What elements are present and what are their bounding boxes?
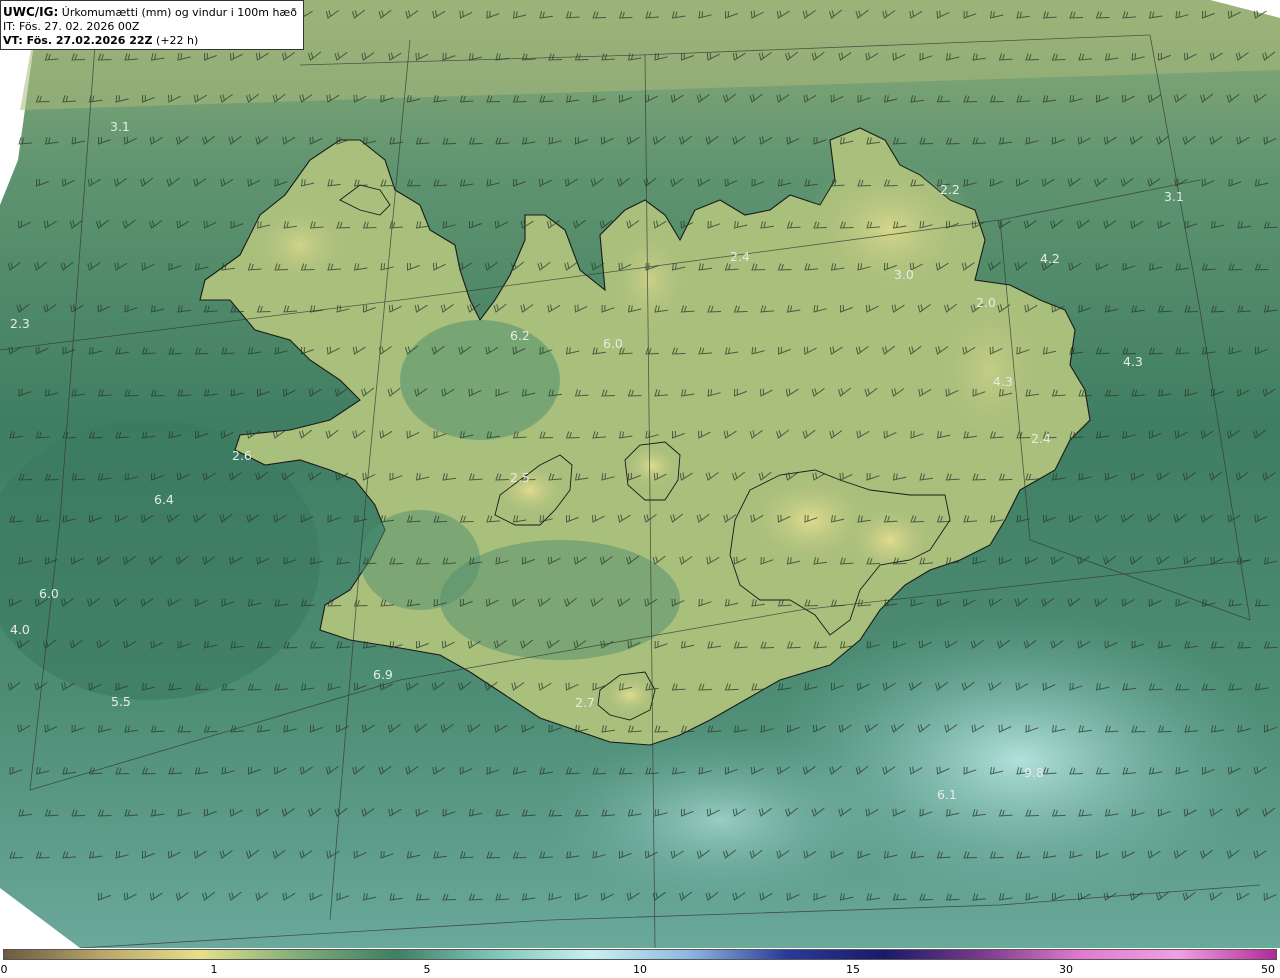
map-label: 2.4 bbox=[1031, 431, 1051, 446]
map-label: 6.4 bbox=[154, 492, 174, 507]
product-code: UWC/IG: bbox=[3, 5, 59, 19]
valid-time: VT: Fös. 27.02.2026 22Z bbox=[3, 34, 153, 47]
south-light-sea-2 bbox=[540, 730, 900, 910]
map-label: 6.0 bbox=[39, 586, 59, 601]
init-time: IT: Fös. 27. 02. 2026 00Z bbox=[3, 20, 140, 33]
map-label: 2.6 bbox=[232, 448, 252, 463]
map-label: 2.0 bbox=[976, 295, 996, 310]
map-title-box: UWC/IG: Úrkomumætti (mm) og vindur i 100… bbox=[0, 0, 304, 50]
map-label: 6.2 bbox=[510, 328, 530, 343]
colorbar-tick: 1 bbox=[210, 963, 218, 976]
valid-time-line: VT: Fös. 27.02.2026 22Z (+22 h) bbox=[3, 34, 303, 48]
map-label: 3.0 bbox=[894, 267, 914, 282]
map-label: 6.0 bbox=[603, 336, 623, 351]
map-label: 6.1 bbox=[937, 787, 957, 802]
map-label: 4.0 bbox=[10, 622, 30, 637]
colorbar-tick: 5 bbox=[423, 963, 431, 976]
title-text: Úrkomumætti (mm) og vindur i 100m hæð bbox=[58, 6, 297, 19]
map-label: 2.7 bbox=[575, 695, 595, 710]
colorbar: 0 1 5 10 15 30 50 bbox=[0, 948, 1280, 978]
colorbar-tick: 50 bbox=[1261, 963, 1275, 976]
lead-time: (+22 h) bbox=[152, 34, 199, 47]
colorbar-tick: 15 bbox=[846, 963, 860, 976]
map-label: 5.5 bbox=[111, 694, 131, 709]
colorbar-tick: 30 bbox=[1059, 963, 1073, 976]
map-label: 3.1 bbox=[1164, 189, 1184, 204]
map-label: 4.3 bbox=[1123, 354, 1143, 369]
map-label: 4.2 bbox=[1040, 251, 1060, 266]
precipitation-wind-map: 3.1 2.3 2.6 6.4 6.0 4.0 5.5 6.9 6.2 6.0 … bbox=[0, 0, 1280, 948]
map-label: 9.8 bbox=[1024, 765, 1044, 780]
map-label: 2.2 bbox=[940, 182, 960, 197]
title-line: UWC/IG: Úrkomumætti (mm) og vindur i 100… bbox=[3, 5, 303, 20]
map-label: 6.9 bbox=[373, 667, 393, 682]
map-label: 2.5 bbox=[510, 470, 530, 485]
colorbar-strip bbox=[3, 949, 1277, 960]
colorbar-tick: 0 bbox=[0, 963, 8, 976]
map-label: 2.4 bbox=[730, 249, 750, 264]
colorbar-tick: 10 bbox=[633, 963, 647, 976]
map-label: 2.3 bbox=[10, 316, 30, 331]
map-label: 4.3 bbox=[993, 374, 1013, 389]
map-label: 3.1 bbox=[110, 119, 130, 134]
